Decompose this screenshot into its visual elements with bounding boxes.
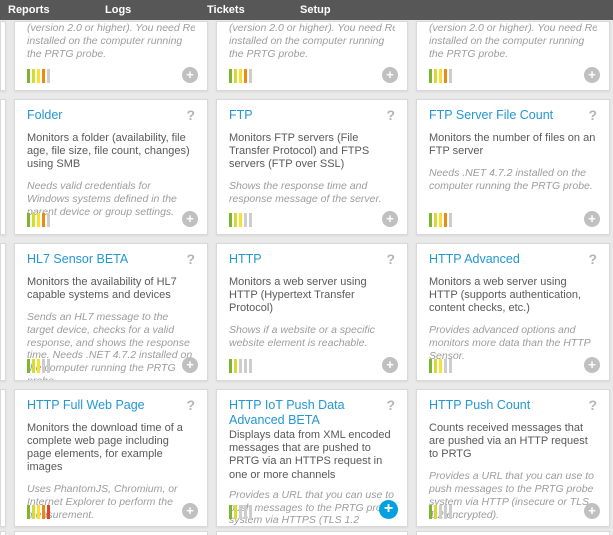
help-icon[interactable]: ? (186, 398, 195, 412)
help-icon[interactable]: ? (186, 108, 195, 122)
speed-rating-icon (229, 505, 252, 519)
add-sensor-button[interactable]: + (584, 67, 600, 83)
sensor-title[interactable]: HTTP (229, 252, 266, 267)
help-icon[interactable]: ? (386, 398, 395, 412)
add-sensor-button[interactable]: + (182, 357, 198, 373)
sensor-note: Shows the response time and response mes… (229, 180, 395, 206)
help-icon[interactable]: ? (186, 252, 195, 266)
sensor-title[interactable]: HTTP Push Count (429, 398, 534, 413)
help-icon[interactable]: ? (386, 108, 395, 122)
sensor-note: Shows if a website or a specific website… (229, 324, 395, 350)
add-sensor-button[interactable]: + (182, 67, 198, 83)
sensor-description: Counts received messages that are pushed… (429, 422, 597, 462)
sensor-note-clipped: (version 2.0 or higher). You need Remote… (429, 22, 597, 35)
sensor-card-http-full-web-page: HTTP Full Web Page ? Monitors the downlo… (14, 389, 208, 527)
card-edge-bottom (0, 531, 6, 535)
speed-rating-icon (429, 69, 452, 83)
help-icon[interactable]: ? (386, 252, 395, 266)
card-edge-bottom (216, 531, 408, 535)
sensor-description: Monitors the download time of a complete… (27, 422, 195, 475)
add-sensor-button[interactable]: + (382, 67, 398, 83)
sensor-note: Needs .NET 4.7.2 installed on the comput… (429, 167, 597, 193)
add-sensor-button[interactable]: + (382, 211, 398, 227)
speed-rating-icon (229, 359, 252, 373)
sensor-card-clipped: (version 2.0 or higher). You need Remote… (216, 21, 408, 91)
sensor-title[interactable]: Folder (27, 108, 66, 123)
sensor-card-http-iot-push-data-advanced: HTTP IoT Push Data Advanced BETA ? Displ… (216, 389, 408, 527)
help-icon[interactable]: ? (588, 108, 597, 122)
help-icon[interactable]: ? (588, 398, 597, 412)
speed-rating-icon (229, 69, 252, 83)
speed-rating-icon (27, 213, 50, 227)
help-icon[interactable]: ? (588, 252, 597, 266)
card-edge-bottom (14, 531, 208, 535)
sensor-card-grid: (version 2.0 or higher). You need Remote… (0, 20, 613, 527)
card-edge-left (0, 99, 6, 235)
sensor-card-folder: Folder ? Monitors a folder (availability… (14, 99, 208, 235)
card-edge-bottom (416, 531, 610, 535)
sensor-note: installed on the computer running the PR… (27, 35, 195, 61)
sensor-note: installed on the computer running the PR… (429, 35, 597, 61)
sensor-title[interactable]: HTTP IoT Push Data Advanced BETA (229, 398, 386, 427)
sensor-title[interactable]: FTP (229, 108, 257, 123)
sensor-title[interactable]: HTTP Full Web Page (27, 398, 149, 413)
sensor-card-ftp-server-file-count: FTP Server File Count ? Monitors the num… (416, 99, 610, 235)
top-navbar: Reports Logs Tickets Setup (0, 0, 613, 20)
sensor-card-http-push-count: HTTP Push Count ? Counts received messag… (416, 389, 610, 527)
sensor-title[interactable]: HTTP Advanced (429, 252, 524, 267)
sensor-description: Monitors the availability of HL7 capable… (27, 276, 195, 302)
add-sensor-button[interactable]: + (584, 503, 600, 519)
nav-item-tickets[interactable]: Tickets (207, 4, 300, 16)
sensor-title[interactable]: HL7 Sensor BETA (27, 252, 132, 267)
sensor-note: installed on the computer running the PR… (229, 35, 395, 61)
add-sensor-button[interactable]: + (584, 211, 600, 227)
card-edge-left (0, 389, 6, 527)
sensor-description: Monitors a web server using HTTP (suppor… (429, 276, 597, 316)
add-sensor-button[interactable]: + (182, 503, 198, 519)
sensor-description: Monitors a web server using HTTP (Hypert… (229, 276, 395, 316)
nav-item-reports[interactable]: Reports (8, 4, 105, 16)
next-row-card-edges (0, 531, 613, 535)
sensor-description: Monitors the number of files on an FTP s… (429, 132, 597, 158)
speed-rating-icon (429, 359, 452, 373)
sensor-card-hl7: HL7 Sensor BETA ? Monitors the availabil… (14, 243, 208, 381)
speed-rating-icon (229, 213, 252, 227)
sensor-card-http: HTTP ? Monitors a web server using HTTP … (216, 243, 408, 381)
add-sensor-button-highlighted[interactable]: + (379, 500, 398, 519)
add-sensor-button[interactable]: + (382, 357, 398, 373)
sensor-description: Displays data from XML encoded messages … (229, 429, 395, 482)
speed-rating-icon (27, 359, 50, 373)
sensor-description: Monitors FTP servers (File Transfer Prot… (229, 132, 395, 172)
sensor-card-clipped: (version 2.0 or higher). You need Remote… (14, 21, 208, 91)
speed-rating-icon (27, 505, 50, 519)
sensor-card-http-advanced: HTTP Advanced ? Monitors a web server us… (416, 243, 610, 381)
sensor-description: Monitors a folder (availability, file ag… (27, 132, 195, 172)
sensor-note-clipped: (version 2.0 or higher). You need Remote… (27, 22, 195, 35)
sensor-title[interactable]: FTP Server File Count (429, 108, 557, 123)
speed-rating-icon (429, 213, 452, 227)
sensor-note-clipped: (version 2.0 or higher). You need Remote… (229, 22, 395, 35)
add-sensor-button[interactable]: + (182, 211, 198, 227)
sensor-card-ftp: FTP ? Monitors FTP servers (File Transfe… (216, 99, 408, 235)
card-edge-left (0, 243, 6, 381)
add-sensor-button[interactable]: + (584, 357, 600, 373)
nav-item-logs[interactable]: Logs (105, 4, 207, 16)
speed-rating-icon (27, 69, 50, 83)
card-edge-left (0, 21, 6, 91)
sensor-card-clipped: (version 2.0 or higher). You need Remote… (416, 21, 610, 91)
speed-rating-icon (429, 505, 452, 519)
nav-item-setup[interactable]: Setup (300, 4, 331, 16)
